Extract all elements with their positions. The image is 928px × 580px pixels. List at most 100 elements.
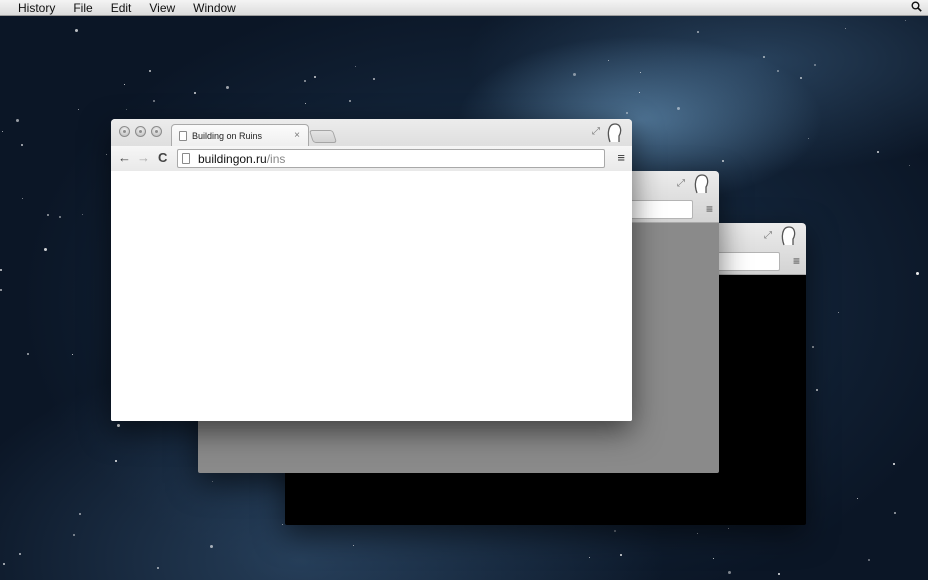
star: [21, 144, 23, 146]
new-tab-button[interactable]: [308, 130, 338, 143]
star: [3, 563, 5, 565]
profile-avatar-icon[interactable]: [779, 225, 797, 247]
star: [82, 214, 83, 215]
star: [626, 112, 628, 114]
star: [47, 214, 49, 216]
star: [916, 272, 919, 275]
menu-history[interactable]: History: [0, 0, 64, 16]
star: [814, 64, 816, 66]
window-controls: [119, 126, 162, 137]
profile-avatar-icon[interactable]: [692, 173, 710, 195]
menu-edit[interactable]: Edit: [102, 0, 141, 16]
menu-view[interactable]: View: [140, 0, 184, 16]
star: [808, 138, 809, 139]
star: [157, 567, 159, 569]
menu-window[interactable]: Window: [184, 0, 245, 16]
star: [845, 28, 846, 29]
star: [16, 119, 19, 122]
star: [59, 216, 61, 218]
browser-window-front[interactable]: Building on Ruins × ⤢ ← → C buildingon.r…: [111, 119, 632, 421]
star: [149, 70, 151, 72]
star: [812, 346, 814, 348]
star: [314, 76, 316, 78]
star: [677, 107, 680, 110]
reload-button[interactable]: C: [158, 150, 167, 166]
star: [373, 78, 375, 80]
menu-icon[interactable]: ≡: [793, 254, 800, 268]
star: [72, 354, 73, 355]
menu-icon[interactable]: ≡: [617, 150, 625, 166]
star: [355, 66, 356, 67]
star: [124, 84, 125, 85]
fullscreen-icon[interactable]: ⤢: [764, 230, 772, 241]
star: [777, 70, 779, 72]
star: [608, 60, 609, 61]
page-icon: [179, 130, 187, 141]
star: [640, 72, 641, 73]
star: [0, 289, 2, 291]
star: [614, 530, 616, 532]
star: [79, 513, 81, 515]
star: [226, 86, 229, 89]
star: [697, 533, 698, 534]
forward-button[interactable]: →: [137, 150, 150, 166]
fullscreen-icon[interactable]: ⤢: [677, 178, 685, 189]
url-domain: buildingon.ru: [198, 151, 267, 166]
star: [697, 31, 699, 33]
page-icon: [182, 153, 190, 164]
back-button[interactable]: ←: [118, 150, 131, 166]
star: [877, 151, 879, 153]
star: [728, 571, 731, 574]
star: [194, 92, 196, 94]
star: [75, 29, 78, 32]
star: [868, 559, 870, 561]
star: [305, 103, 306, 104]
star: [115, 460, 117, 462]
menu-bar: History File Edit View Window: [0, 0, 928, 16]
url-path: /ins: [266, 151, 286, 166]
star: [44, 248, 47, 251]
page-content[interactable]: [111, 171, 632, 421]
star: [722, 160, 724, 162]
star: [857, 498, 858, 499]
star: [349, 100, 351, 102]
star: [153, 100, 155, 102]
star: [117, 424, 120, 427]
star: [78, 109, 79, 110]
toolbar: ← → C buildingon.ru/ins ≡: [111, 146, 632, 171]
star: [763, 56, 765, 58]
tab-building-on-ruins[interactable]: Building on Ruins ×: [171, 124, 309, 146]
star: [282, 524, 283, 525]
window-titlebar[interactable]: Building on Ruins × ⤢ ← → C buildingon.r…: [111, 119, 632, 171]
minimize-window-button[interactable]: [135, 126, 146, 137]
star: [713, 558, 714, 559]
star: [304, 80, 306, 82]
star: [2, 131, 3, 132]
star: [19, 553, 21, 555]
star: [73, 534, 75, 536]
star: [778, 573, 780, 575]
star: [816, 389, 818, 391]
profile-avatar-icon[interactable]: [605, 122, 623, 144]
star: [106, 154, 107, 155]
fullscreen-icon[interactable]: ⤢: [592, 126, 600, 137]
star: [210, 545, 213, 548]
star: [22, 198, 23, 199]
menu-icon[interactable]: ≡: [706, 202, 713, 216]
omnibox[interactable]: buildingon.ru/ins: [177, 149, 605, 168]
tab-close-icon[interactable]: ×: [294, 130, 300, 141]
star: [212, 481, 213, 482]
tab-title: Building on Ruins: [192, 130, 263, 141]
star: [126, 109, 127, 110]
menu-file[interactable]: File: [64, 0, 101, 16]
star: [0, 269, 2, 271]
star: [589, 557, 590, 558]
star: [639, 92, 640, 93]
star: [893, 463, 895, 465]
star: [573, 73, 576, 76]
close-window-button[interactable]: [119, 126, 130, 137]
star: [894, 512, 896, 514]
star: [728, 528, 729, 529]
zoom-window-button[interactable]: [151, 126, 162, 137]
spotlight-search-icon[interactable]: [911, 1, 922, 15]
